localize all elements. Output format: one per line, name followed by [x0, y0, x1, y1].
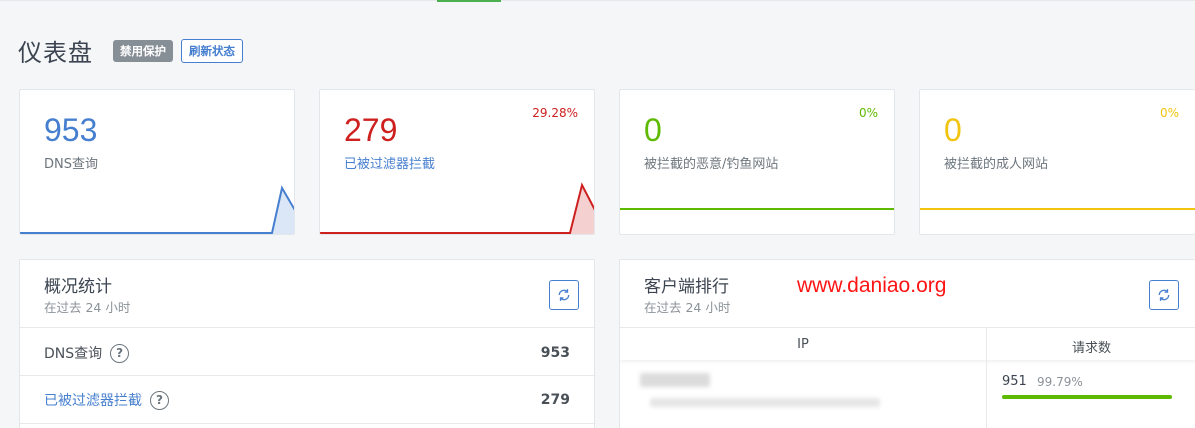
- request-count: 951: [1002, 374, 1027, 389]
- refresh-button[interactable]: [1149, 280, 1179, 310]
- sparkline-flat: [920, 208, 1195, 210]
- stat-value: 279: [344, 112, 398, 148]
- column-header-ip[interactable]: IP: [620, 337, 986, 352]
- sparkline-flat: [620, 208, 894, 210]
- page-title: 仪表盘: [18, 39, 93, 67]
- panel-subtitle: 在过去 24 小时: [644, 300, 731, 315]
- refresh-button[interactable]: [549, 280, 579, 310]
- stat-label: 已被过滤器拦截: [344, 157, 436, 172]
- row-label: DNS查询: [44, 346, 103, 362]
- stat-value: 0: [944, 112, 962, 148]
- panel-title: 客户端排行: [644, 277, 729, 297]
- active-nav-indicator: [437, 0, 501, 2]
- stat-card-malware-phishing: 0 被拦截的恶意/钓鱼网站 0%: [619, 89, 895, 235]
- stat-value: 0: [644, 112, 662, 148]
- refresh-icon: [1158, 289, 1170, 301]
- question-circle-icon[interactable]: ?: [150, 390, 169, 410]
- column-header-requests[interactable]: 请求数: [987, 337, 1195, 356]
- request-progress-bar: [1002, 395, 1172, 399]
- question-circle-icon[interactable]: ?: [110, 343, 130, 363]
- stat-label: 被拦截的成人网站: [944, 157, 1049, 172]
- redacted-hostname: [650, 398, 880, 407]
- request-percent: 99.79%: [1037, 375, 1083, 389]
- watermark-text: www.daniao.org: [797, 274, 947, 297]
- overview-row-blocked: 已被过滤器拦截 ?: [44, 390, 169, 410]
- table-header: IP 请求数: [620, 328, 1195, 360]
- divider: [20, 423, 594, 424]
- sparkline-chart: [20, 185, 294, 234]
- row-value: 953: [540, 345, 570, 361]
- row-value: 279: [540, 392, 570, 408]
- divider: [20, 375, 594, 376]
- overview-row-dns: DNS查询 ?: [44, 343, 130, 363]
- stat-card-dns-queries: 953 DNS查询: [19, 89, 295, 235]
- stat-percent: 0%: [1159, 106, 1179, 120]
- stat-value: 953: [44, 112, 98, 148]
- stat-card-blocked-filters: 279 已被过滤器拦截 29.28%: [319, 89, 595, 235]
- stat-percent: 29.28%: [532, 106, 578, 120]
- stat-card-adult-sites: 0 被拦截的成人网站 0%: [919, 89, 1195, 235]
- row-label-link[interactable]: 已被过滤器拦截: [44, 390, 142, 410]
- page-header: 仪表盘 禁用保护 刷新状态: [18, 33, 243, 68]
- top-border: [0, 0, 1195, 1]
- stat-label: DNS查询: [44, 157, 98, 172]
- refresh-status-button[interactable]: 刷新状态: [181, 38, 243, 63]
- stat-percent: 0%: [858, 106, 878, 120]
- sparkline-chart: [320, 182, 594, 234]
- divider: [20, 327, 594, 328]
- disable-protection-button[interactable]: 禁用保护: [113, 39, 173, 62]
- overview-panel: 概况统计 在过去 24 小时 DNS查询 ? 953 已被过滤器拦截 ? 279: [19, 259, 595, 428]
- panel-subtitle: 在过去 24 小时: [44, 300, 131, 315]
- stat-label: 被拦截的恶意/钓鱼网站: [644, 157, 779, 172]
- refresh-icon: [558, 289, 570, 301]
- redacted-ip: [640, 373, 710, 387]
- panel-title: 概况统计: [44, 277, 112, 297]
